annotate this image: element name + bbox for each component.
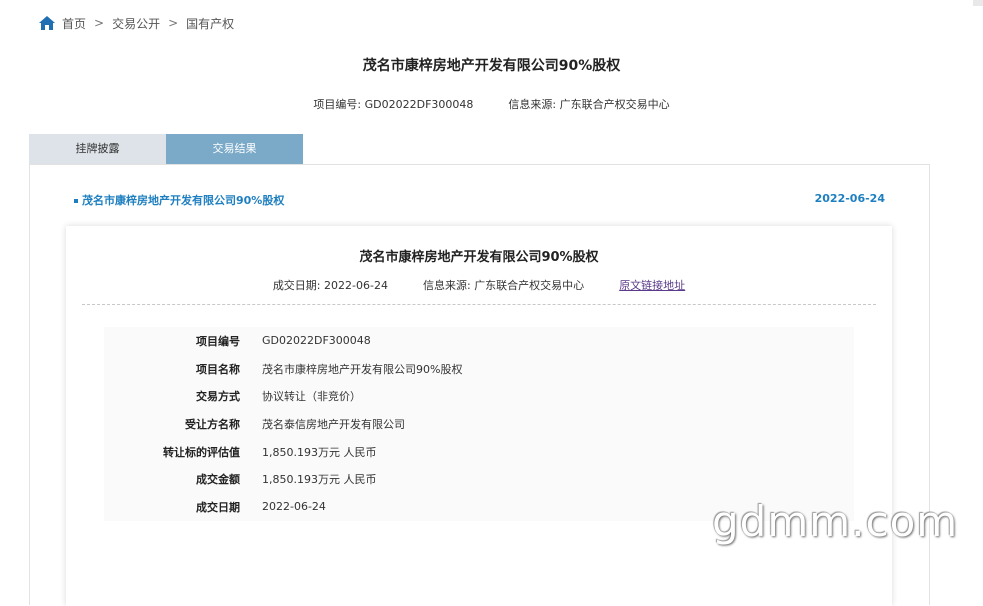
original-link[interactable]: 原文链接地址 [619, 279, 685, 292]
source-label: 信息来源: [508, 98, 557, 111]
table-row: 项目名称 茂名市康梓房地产开发有限公司90%股权 [104, 355, 854, 383]
row-label: 项目编号 [196, 334, 240, 348]
info-table: 项目编号 GD02022DF300048 项目名称 茂名市康梓房地产开发有限公司… [104, 327, 854, 521]
breadcrumb: 首页 > 交易公开 > 国有产权 [38, 14, 234, 32]
table-row: 交易方式 协议转让（非竞价） [104, 382, 854, 410]
row-value: 茂名泰信房地产开发有限公司 [262, 417, 405, 431]
row-label: 成交日期 [196, 500, 240, 514]
row-label: 成交金额 [196, 473, 240, 487]
card-source-value: 广东联合产权交易中心 [474, 279, 585, 292]
project-no-label: 项目编号: [313, 98, 362, 111]
row-label: 交易方式 [196, 390, 240, 404]
divider [82, 304, 876, 305]
result-item-date: 2022-06-24 [814, 192, 885, 205]
scrollbar-corner [973, 0, 983, 6]
breadcrumb-separator: > [94, 16, 105, 30]
header-meta: 项目编号: GD02022DF300048 信息来源: 广东联合产权交易中心 [0, 96, 983, 112]
deal-date-value: 2022-06-24 [324, 279, 388, 292]
row-value: 1,850.193万元 人民币 [262, 473, 377, 487]
breadcrumb-separator: > [168, 16, 179, 30]
table-row: 受让方名称 茂名泰信房地产开发有限公司 [104, 410, 854, 438]
tab-bar: 挂牌披露 交易结果 [29, 134, 303, 164]
card-title: 茂名市康梓房地产开发有限公司90%股权 [359, 250, 599, 265]
table-row: 成交金额 1,850.193万元 人民币 [104, 465, 854, 493]
result-item-title[interactable]: 茂名市康梓房地产开发有限公司90%股权 [74, 192, 284, 208]
tab-listing-disclosure[interactable]: 挂牌披露 [29, 134, 166, 164]
result-card: 茂名市康梓房地产开发有限公司90%股权 成交日期: 2022-06-24 信息来… [66, 226, 892, 606]
card-source-label: 信息来源: [422, 279, 471, 292]
card-meta: 成交日期: 2022-06-24 信息来源: 广东联合产权交易中心 原文链接地址 [66, 277, 892, 293]
row-value: 协议转让（非竞价） [262, 390, 361, 404]
row-value: 茂名市康梓房地产开发有限公司90%股权 [262, 362, 463, 376]
breadcrumb-item-trade[interactable]: 交易公开 [112, 15, 160, 32]
watermark: gdmm.com [712, 497, 959, 546]
row-label: 项目名称 [196, 362, 240, 376]
table-row: 转让标的评估值 1,850.193万元 人民币 [104, 438, 854, 466]
row-value: 1,850.193万元 人民币 [262, 445, 377, 459]
row-label: 受让方名称 [185, 417, 240, 431]
tab-trade-result[interactable]: 交易结果 [166, 134, 303, 164]
row-value: GD02022DF300048 [262, 334, 371, 348]
page-title: 茂名市康梓房地产开发有限公司90%股权 [362, 58, 621, 74]
home-icon[interactable] [38, 15, 56, 31]
breadcrumb-home-link[interactable]: 首页 [62, 15, 86, 32]
bullet-icon [74, 199, 78, 203]
deal-date-label: 成交日期: [272, 279, 321, 292]
project-no-value: GD02022DF300048 [364, 98, 474, 111]
row-label: 转让标的评估值 [163, 445, 240, 459]
breadcrumb-item-current: 国有产权 [186, 16, 235, 31]
result-item-title-text[interactable]: 茂名市康梓房地产开发有限公司90%股权 [82, 194, 284, 207]
table-row: 项目编号 GD02022DF300048 [104, 327, 854, 355]
source-value: 广东联合产权交易中心 [559, 98, 670, 111]
row-value: 2022-06-24 [262, 500, 326, 514]
